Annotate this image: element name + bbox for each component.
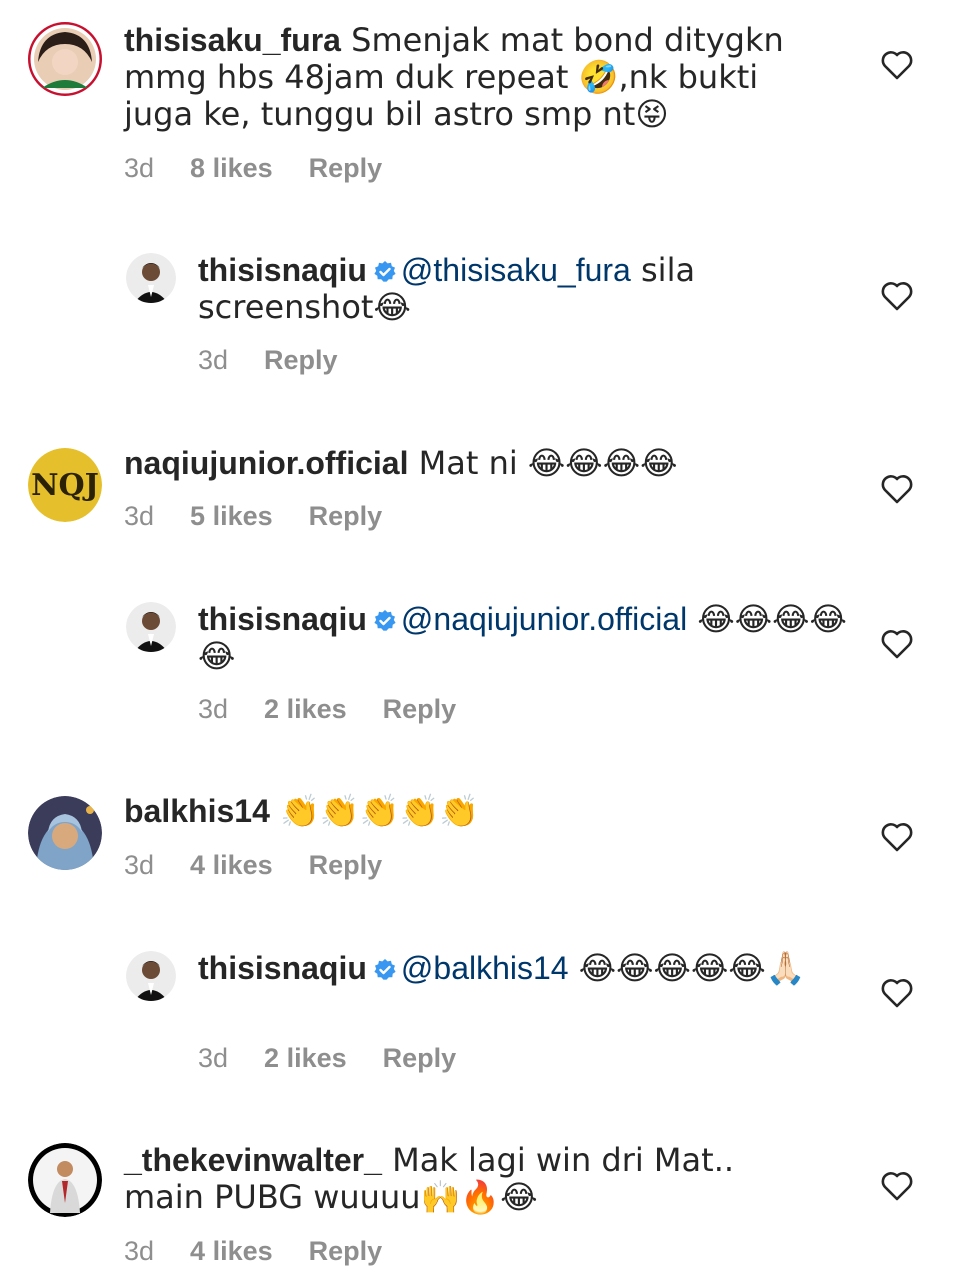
heart-icon[interactable] (881, 50, 913, 80)
avatar[interactable] (126, 602, 176, 652)
comment-meta: 3d 2 likes Reply (198, 1043, 492, 1074)
avatar[interactable] (28, 22, 102, 96)
username[interactable]: thisisnaqiu (198, 601, 367, 637)
avatar[interactable]: NQJ (28, 448, 102, 522)
username[interactable]: thisisnaqiu (198, 950, 367, 986)
verified-badge-icon (374, 959, 396, 980)
timestamp: 3d (124, 1236, 155, 1266)
avatar[interactable] (28, 796, 102, 870)
username[interactable]: _thekevinwalter_ (124, 1142, 382, 1178)
reply-button[interactable]: Reply (309, 1236, 383, 1266)
comment-text: thisisnaqiu @naqiujunior.official 😂😂😂😂😂 (198, 601, 848, 675)
comment-meta: 3d 2 likes Reply (198, 694, 492, 725)
reply-button[interactable]: Reply (309, 501, 383, 531)
comment-body: 😂😂😂😂😂🙏🏻 (568, 949, 806, 987)
reply-button[interactable]: Reply (383, 1043, 457, 1073)
username[interactable]: balkhis14 (124, 793, 270, 829)
timestamp: 3d (198, 345, 229, 375)
heart-icon[interactable] (881, 822, 913, 852)
avatar[interactable] (126, 253, 176, 303)
heart-icon[interactable] (881, 978, 913, 1008)
verified-badge-icon (374, 610, 396, 631)
comment-text: balkhis14 👏👏👏👏👏 (124, 793, 824, 830)
avatar[interactable] (28, 1143, 102, 1217)
reply-button[interactable]: Reply (309, 153, 383, 183)
mention-link[interactable]: @balkhis14 (401, 950, 569, 986)
mention-link[interactable]: @thisisaku_fura (401, 252, 631, 288)
comment-body: Mat ni 😂😂😂😂 (408, 444, 678, 482)
heart-icon[interactable] (881, 1171, 913, 1201)
heart-icon[interactable] (881, 629, 913, 659)
comment-text: thisisnaqiu @balkhis14 😂😂😂😂😂🙏🏻 (198, 950, 848, 987)
reply-button[interactable]: Reply (383, 694, 457, 724)
comment-text: _thekevinwalter_ Mak lagi win dri Mat.. … (124, 1142, 824, 1216)
likes-count[interactable]: 4 likes (190, 850, 273, 880)
reply-button[interactable]: Reply (309, 850, 383, 880)
timestamp: 3d (198, 694, 229, 724)
reply-button[interactable]: Reply (264, 345, 338, 375)
username[interactable]: naqiujunior.official (124, 445, 408, 481)
comment-meta: 3d 4 likes Reply (124, 1236, 418, 1267)
comment-text: naqiujunior.official Mat ni 😂😂😂😂 (124, 445, 824, 482)
likes-count[interactable]: 4 likes (190, 1236, 273, 1266)
svg-text:NQJ: NQJ (31, 468, 99, 503)
likes-count[interactable]: 2 likes (264, 694, 347, 724)
username[interactable]: thisisaku_fura (124, 22, 341, 58)
likes-count[interactable]: 5 likes (190, 501, 273, 531)
username[interactable]: thisisnaqiu (198, 252, 367, 288)
likes-count[interactable]: 2 likes (264, 1043, 347, 1073)
timestamp: 3d (198, 1043, 229, 1073)
avatar[interactable] (126, 951, 176, 1001)
comment-text: thisisnaqiu @thisisaku_fura sila screensh… (198, 252, 848, 326)
heart-icon[interactable] (881, 474, 913, 504)
comment-meta: 3d 4 likes Reply (124, 850, 418, 881)
comment-meta: 3d 5 likes Reply (124, 501, 418, 532)
mention-link[interactable]: @naqiujunior.official (401, 601, 687, 637)
comment-text: thisisaku_fura Smenjak mat bond ditygkn … (124, 22, 824, 133)
likes-count[interactable]: 8 likes (190, 153, 273, 183)
timestamp: 3d (124, 501, 155, 531)
heart-icon[interactable] (881, 281, 913, 311)
timestamp: 3d (124, 850, 155, 880)
timestamp: 3d (124, 153, 155, 183)
comment-meta: 3d 8 likes Reply (124, 153, 418, 184)
verified-badge-icon (374, 261, 396, 282)
comment-body: 👏👏👏👏👏 (269, 792, 480, 830)
comment-meta: 3d Reply (198, 345, 374, 376)
